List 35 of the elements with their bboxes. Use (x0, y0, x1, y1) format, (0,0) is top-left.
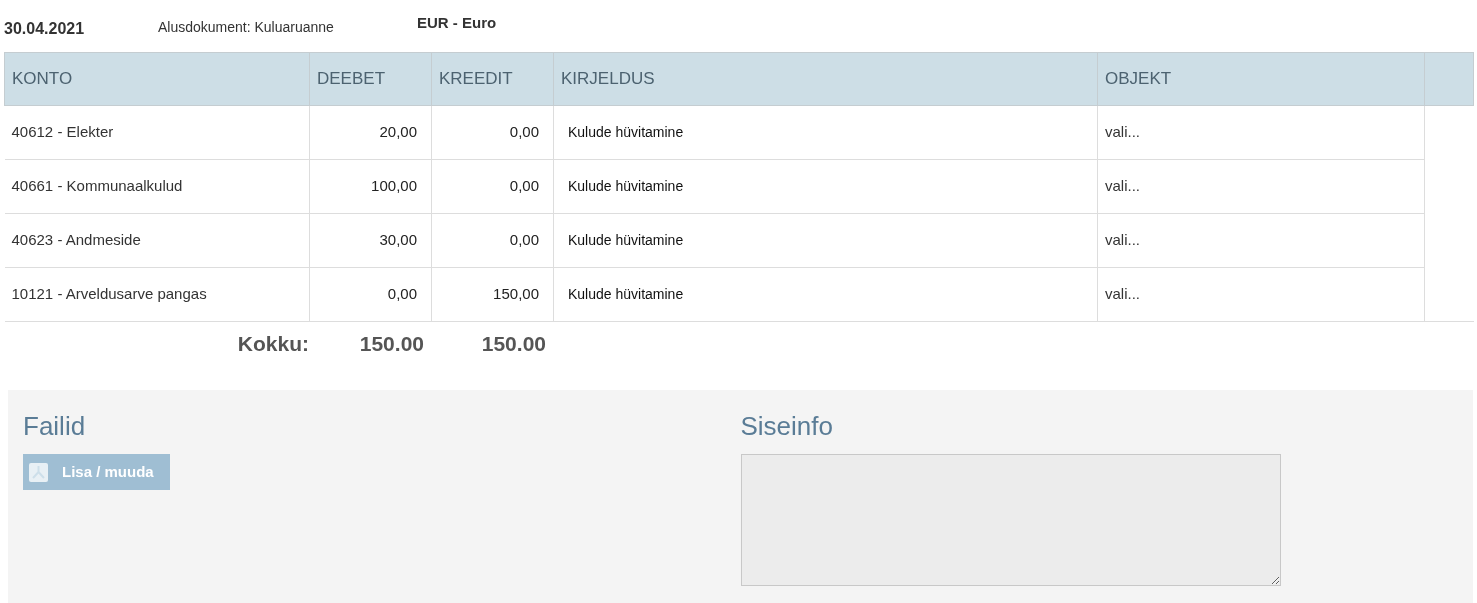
object-select[interactable]: vali... (1097, 267, 1425, 322)
credit-cell: 0,00 (431, 213, 554, 268)
description-cell: Kulude hüvitamine (553, 213, 1098, 268)
column-header: KONTO (4, 52, 310, 106)
currency-label: EUR - Euro (417, 12, 497, 33)
credit-cell: 0,00 (431, 105, 554, 160)
credit-cell: 150,00 (431, 267, 554, 322)
account-cell: 10121 - Arveldusarve pangas (4, 267, 310, 322)
debit-cell: 30,00 (309, 213, 432, 268)
object-select[interactable]: vali... (1097, 159, 1425, 214)
account-cell: 40623 - Andmeside (4, 213, 310, 268)
account-cell: 40661 - Kommunaalkulud (4, 159, 310, 214)
internal-info-field[interactable] (740, 454, 1281, 586)
object-select[interactable]: vali... (1097, 105, 1425, 160)
column-header: DEEBET (309, 52, 432, 106)
document-date: 30.04.2021 (4, 19, 86, 39)
column-header: KREEDIT (431, 52, 554, 106)
account-cell: 40612 - Elekter (4, 105, 310, 160)
object-select[interactable]: vali... (1097, 213, 1425, 268)
total-credit: 150.00 (480, 331, 546, 358)
base-document-label: Alusdokument: Kuluaruanne (158, 17, 335, 37)
section-title: Failid (23, 410, 87, 442)
credit-cell: 0,00 (431, 159, 554, 214)
column-header: KIRJELDUS (553, 52, 1098, 106)
debit-cell: 20,00 (309, 105, 432, 160)
pdf-icon (29, 462, 48, 482)
totals-label: Kokku: (236, 331, 309, 358)
column-header: OBJEKT (1097, 52, 1425, 106)
description-cell: Kulude hüvitamine (553, 267, 1098, 322)
section-title: Siseinfo (740, 410, 834, 442)
description-cell: Kulude hüvitamine (553, 159, 1098, 214)
debit-cell: 100,00 (309, 159, 432, 214)
total-debit: 150.00 (358, 331, 424, 358)
debit-cell: 0,00 (309, 267, 432, 322)
description-cell: Kulude hüvitamine (553, 105, 1098, 160)
